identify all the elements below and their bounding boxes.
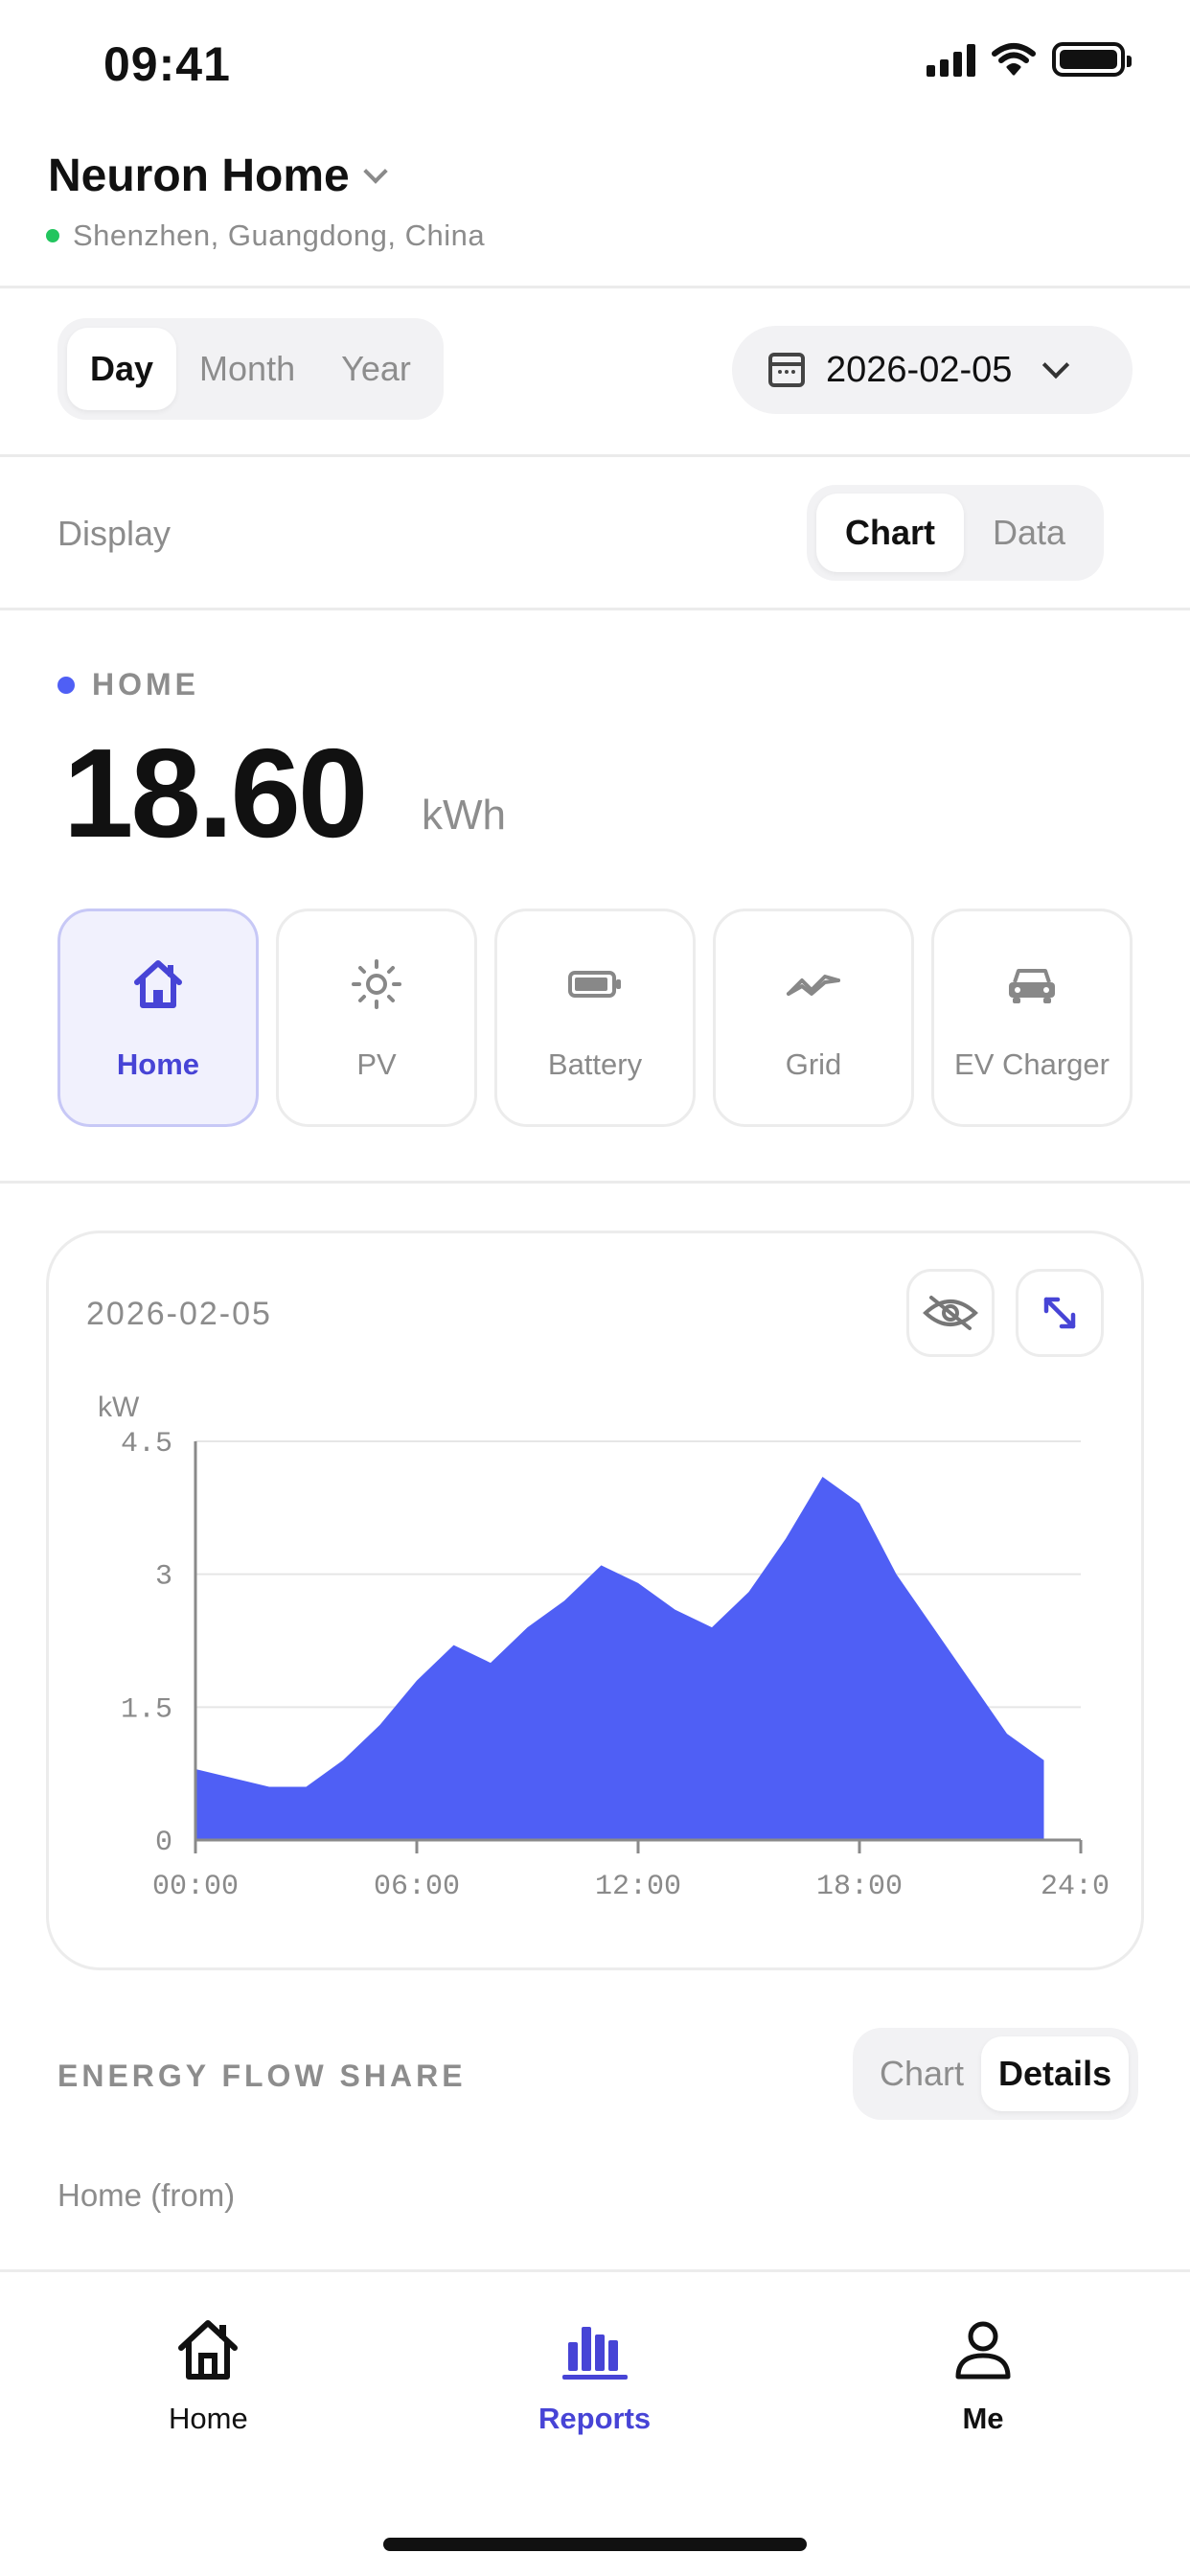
x-tick-label: 12:00 [595,1871,681,1903]
calendar-icon [768,353,805,387]
site-location: Shenzhen, Guangdong, China [46,218,485,253]
tab-label: Me [962,2402,1004,2435]
category-card-ev-charger[interactable]: EV Charger [931,908,1133,1127]
tab-reports[interactable]: Reports [538,2313,651,2436]
y-tick-label: 1.5 [121,1693,172,1726]
category-label: Home [116,1047,200,1081]
display-data-tab[interactable]: Data [964,494,1094,572]
expand-icon [1043,1297,1076,1329]
date-text: 2026-02-05 [826,349,1013,390]
area-series [195,1476,1044,1840]
display-chart-tab[interactable]: Chart [816,494,965,572]
display-segmented-control: Chart Data [807,485,1105,581]
period-segmented-control: Day Month Year [57,318,444,420]
date-picker-button[interactable]: 2026-02-05 [732,326,1133,414]
display-label: Display [57,514,172,553]
energy-flow-subtitle: Home (from) [57,2177,236,2213]
house-icon [134,960,182,1008]
energy-flow-title: ENERGY FLOW SHARE [57,2058,467,2093]
category-cards: Home PV Battery Grid EV Charger [57,908,1133,1127]
tab-label: Reports [538,2402,652,2435]
expand-chart-button[interactable] [1016,1269,1104,1357]
status-time: 09:41 [103,37,231,91]
period-day-tab[interactable]: Day [67,328,177,410]
location-text: Shenzhen, Guangdong, China [73,218,486,252]
bar-chart-icon [561,2327,628,2380]
divider [0,608,1190,610]
tab-label: Home [169,2402,248,2435]
home-indicator [383,2538,807,2551]
energy-flow-segmented-control: Chart Details [853,2028,1139,2120]
y-tick-label: 4.5 [121,1428,172,1460]
category-card-home[interactable]: Home [57,908,259,1127]
status-icons [927,42,1132,77]
battery-icon [568,971,621,998]
sun-icon [352,959,401,1009]
site-name: Neuron Home [48,150,350,201]
car-icon [1009,969,1055,1003]
cellular-signal-icon [927,42,975,77]
divider [0,454,1190,457]
tab-me[interactable]: Me [947,2313,1019,2436]
chevron-down-icon [1042,351,1070,380]
period-month-tab[interactable]: Month [176,328,318,410]
chart-date: 2026-02-05 [86,1296,272,1332]
category-card-pv[interactable]: PV [276,908,477,1127]
category-label: PV [356,1047,397,1081]
category-label: EV Charger [954,1047,1110,1081]
period-year-tab[interactable]: Year [318,328,434,410]
flow-chart-tab[interactable]: Chart [862,2036,981,2111]
metric-name: HOME [57,667,199,702]
category-label: Battery [547,1047,643,1081]
x-tick-label: 00:00 [152,1871,239,1903]
person-icon [955,2321,1011,2380]
eye-off-icon [923,1296,978,1330]
x-tick-label: 18:00 [816,1871,903,1903]
chevron-down-icon [362,158,388,184]
house-outline-icon [178,2320,239,2380]
wifi-icon [992,43,1036,76]
tab-home[interactable]: Home [169,2313,248,2436]
energy-area-chart: kW 0 1.5 3 4.5 00:00 06:00 12:00 18:00 24:0 [98,1392,1110,1903]
y-axis-label: kW [98,1392,140,1423]
status-battery-icon [1052,42,1132,77]
hide-series-button[interactable] [906,1269,995,1357]
metric-value: 18.60 [63,723,368,863]
metric-name-text: HOME [92,667,199,702]
x-tick-label: 24:0 [1041,1871,1110,1903]
y-tick-label: 3 [155,1561,172,1594]
category-card-battery[interactable]: Battery [494,908,696,1127]
x-tick-label: 06:00 [374,1871,460,1903]
category-card-grid[interactable]: Grid [713,908,914,1127]
grid-wave-icon [787,975,840,996]
divider [0,286,1190,288]
category-label: Grid [785,1047,842,1081]
flow-details-tab[interactable]: Details [981,2036,1130,2111]
y-tick-label: 0 [155,1827,172,1859]
online-status-dot [46,229,59,242]
site-selector[interactable]: Neuron Home [48,150,388,202]
divider [0,1181,1190,1184]
series-dot [57,676,75,694]
metric-unit: kWh [422,792,506,839]
